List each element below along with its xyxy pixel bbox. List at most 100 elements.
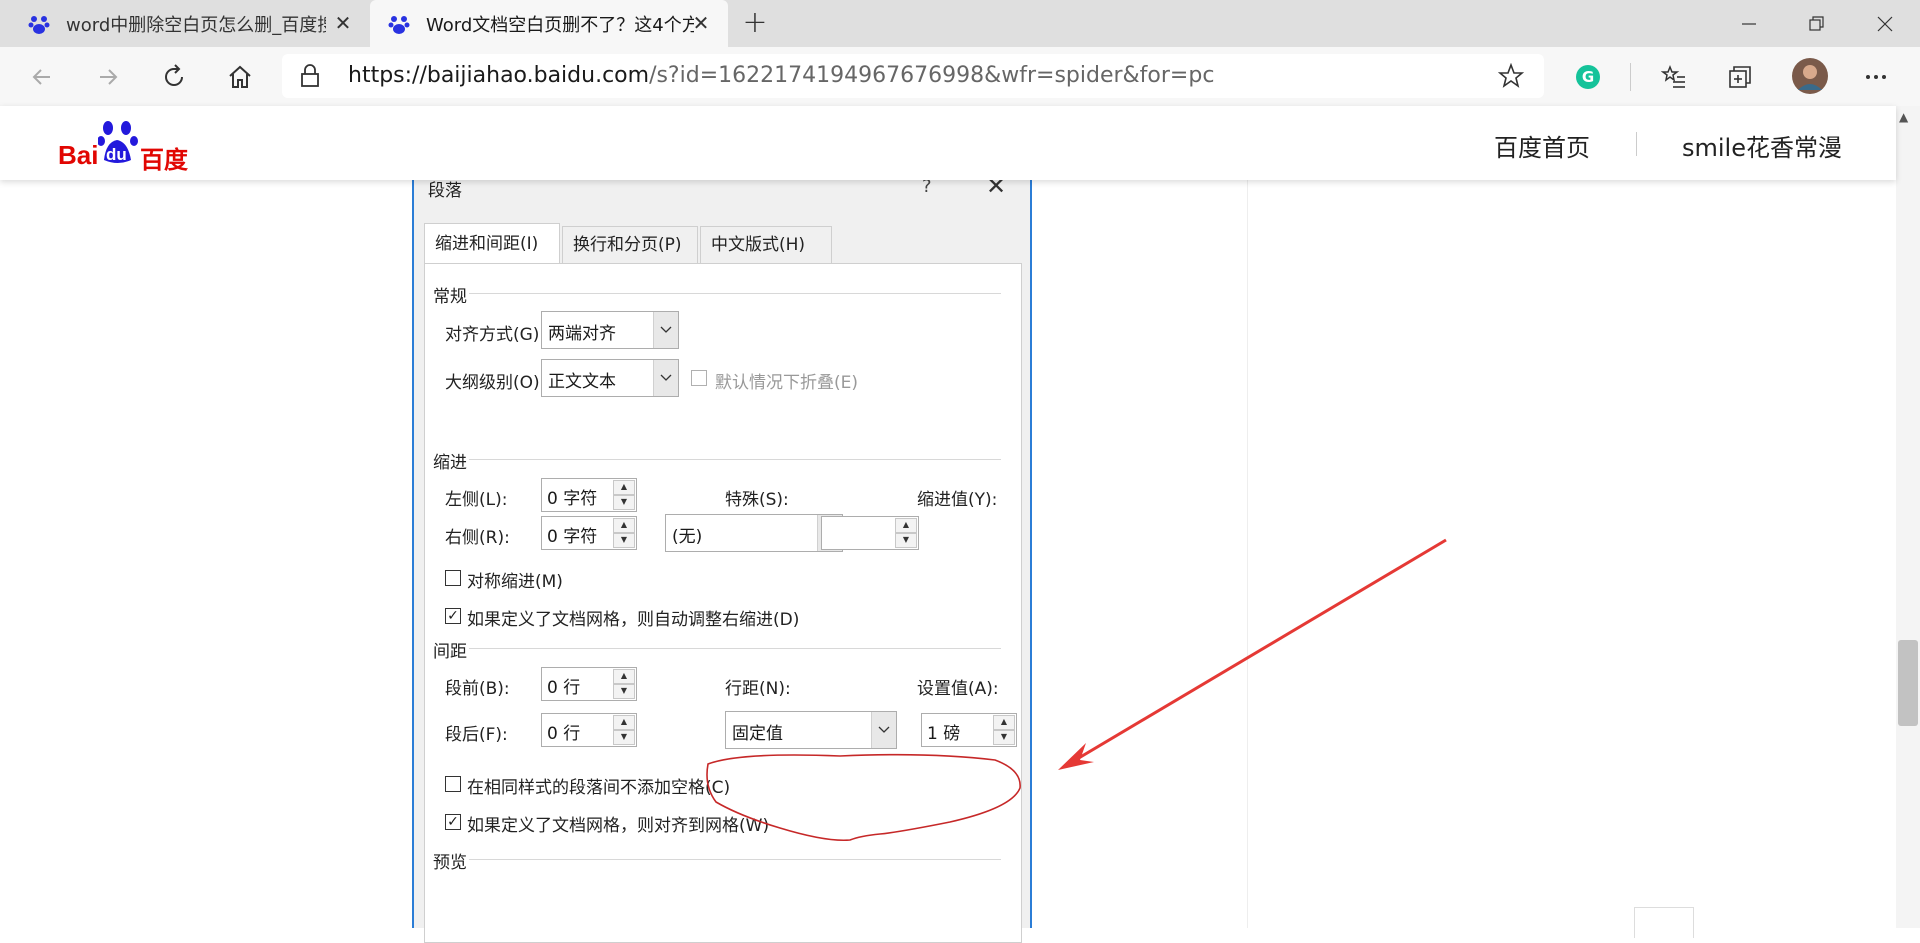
logo-text: Bai [58,140,99,170]
spacing-at-label: 设置值(A): [917,679,999,699]
collapse-checkbox [691,370,707,386]
space-after-value: 0 行 [547,724,581,744]
section-line [469,648,1001,649]
restore-icon[interactable] [1782,0,1852,47]
section-line [469,459,1001,460]
space-after-label: 段后(F): [445,725,508,745]
left-indent-spinner: 0 字符 ▲ ▼ [541,478,637,512]
outline-level-label: 大纲级别(O): [445,373,546,393]
special-value: (无) [672,527,703,547]
dialog-panel: 常规 对齐方式(G): 两端对齐 大纲级别(O): 正文文本 默认情况下折叠(E… [424,263,1022,943]
spinner-arrows-icon: ▲ ▼ [895,518,917,548]
tab-baidu-search[interactable]: word中删除空白页怎么删_百度搜 ✕ [0,0,370,47]
favorites-list-icon[interactable] [1656,59,1692,95]
tab-line-page-breaks: 换行和分页(P) [562,226,698,263]
tab-close-icon[interactable]: ✕ [690,12,712,34]
spinner-arrows-icon: ▲ ▼ [613,480,635,510]
floating-tool-box[interactable] [1634,907,1694,938]
scroll-up-icon[interactable]: ▲ [1899,110,1908,124]
snap-grid-checkbox: ✓ [445,814,461,830]
chevron-down-icon [653,312,678,348]
indent-by-spinner: ▲ ▼ [821,516,919,550]
site-header: Bai du 百度 百度首页 smile花香常漫 [0,106,1896,180]
paragraph-dialog-screenshot: 段落 ? ✕ 缩进和间距(I) 换行和分页(P) 中文版式(H) 常规 对齐方式… [412,168,1032,943]
more-menu-icon[interactable] [1858,59,1894,95]
snap-grid-label: 如果定义了文档网格，则对齐到网格(W) [467,816,770,836]
forward-icon[interactable] [90,59,126,95]
baidu-paw-icon [28,13,50,35]
tab-close-icon[interactable]: ✕ [332,12,354,34]
left-indent-value: 0 字符 [547,489,598,509]
toolbar-divider [1630,63,1631,91]
mirror-indent-checkbox [445,570,461,586]
lock-icon[interactable] [300,64,320,92]
spacing-at-spinner: 1 磅 ▲ ▼ [921,713,1017,747]
indent-by-label: 缩进值(Y): [917,490,998,510]
section-preview: 预览 [433,853,467,873]
space-before-label: 段前(B): [445,679,510,699]
grammarly-icon[interactable]: G [1570,59,1606,95]
auto-adjust-label: 如果定义了文档网格，则自动调整右缩进(D) [467,610,800,630]
collapse-label: 默认情况下折叠(E) [715,373,859,393]
outline-level-select: 正文文本 [541,359,679,397]
mirror-indent-label: 对称缩进(M) [467,572,563,592]
space-after-spinner: 0 行 ▲ ▼ [541,713,637,747]
url-host: https://baijiahao.baidu.com [348,63,650,88]
url-path: /s?id=1622174194967676998&wfr=spider&for… [649,63,1215,88]
scrollbar-thumb[interactable] [1898,640,1918,726]
tab-indent-spacing: 缩进和间距(I) [424,223,560,264]
section-general: 常规 [433,287,467,307]
address-bar[interactable]: https://baijiahao.baidu.com/s?id=1622174… [282,54,1544,98]
line-spacing-value: 固定值 [732,724,783,744]
browser-toolbar: https://baijiahao.baidu.com/s?id=1622174… [0,47,1920,107]
column-divider [1247,180,1248,928]
baidu-logo[interactable]: Bai du 百度 [58,120,188,174]
nav-baidu-home[interactable]: 百度首页 [1494,128,1590,163]
close-window-icon[interactable] [1850,0,1920,47]
minimize-icon[interactable] [1714,0,1784,47]
svg-text:G: G [1582,68,1594,86]
nav-divider [1636,132,1637,156]
tab-word-article[interactable]: Word文档空白页删不了？这4个方法 ✕ [370,0,728,47]
nav-username[interactable]: smile花香常漫 [1682,128,1842,163]
tab-strip: word中删除空白页怎么删_百度搜 ✕ Word文档空白页删不了？这4个方法 ✕… [0,0,1920,47]
spacing-at-value: 1 磅 [927,724,961,744]
space-before-spinner: 0 行 ▲ ▼ [541,667,637,701]
tab-title: word中删除空白页怎么删_百度搜 [66,14,326,36]
spinner-arrows-icon: ▲ ▼ [613,715,635,745]
outline-level-value: 正文文本 [548,372,616,392]
right-indent-value: 0 字符 [547,527,598,547]
refresh-icon[interactable] [156,59,192,95]
right-indent-label: 右侧(R): [445,528,510,548]
section-line [469,859,1001,860]
alignment-select: 两端对齐 [541,311,679,349]
favorite-star-icon[interactable] [1497,62,1525,93]
left-indent-label: 左侧(L): [445,490,508,510]
avatar[interactable] [1790,56,1830,96]
line-spacing-label: 行距(N): [725,679,791,699]
no-space-label: 在相同样式的段落间不添加空格(C) [467,778,731,798]
page-scrollbar[interactable] [1896,106,1920,928]
tab-title: Word文档空白页删不了？这4个方法 [426,14,694,36]
line-spacing-select: 固定值 [725,711,897,749]
alignment-label: 对齐方式(G): [445,325,546,345]
no-space-checkbox [445,776,461,792]
auto-adjust-checkbox: ✓ [445,608,461,624]
logo-cn: 百度 [140,146,188,174]
alignment-value: 两端对齐 [548,324,616,344]
home-icon[interactable] [222,59,258,95]
chevron-down-icon [653,360,678,396]
spinner-arrows-icon: ▲ ▼ [993,715,1015,745]
baidu-paw-icon [388,13,410,35]
space-before-value: 0 行 [547,678,581,698]
collections-icon[interactable] [1722,59,1758,95]
special-select: (无) [665,514,843,552]
spinner-arrows-icon: ▲ ▼ [613,669,635,699]
url-text[interactable]: https://baijiahao.baidu.com/s?id=1622174… [348,63,1214,88]
back-icon[interactable] [24,59,60,95]
new-tab-icon[interactable]: + [740,8,770,38]
spinner-arrows-icon: ▲ ▼ [613,518,635,548]
special-label: 特殊(S): [725,490,789,510]
tab-asian-typography: 中文版式(H) [700,226,832,263]
chevron-down-icon [871,712,896,748]
